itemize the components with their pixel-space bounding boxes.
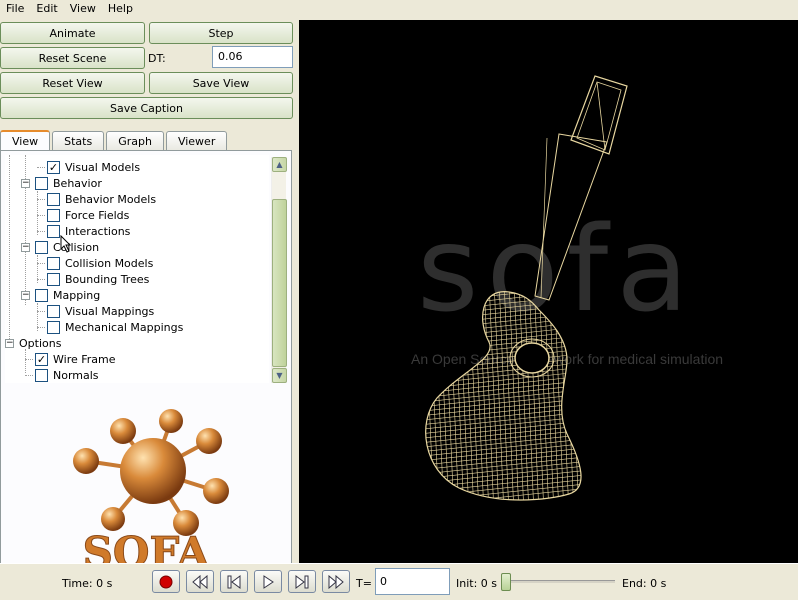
viewer-3d[interactable]: sofa An Open Source framework for medica… [299,20,798,563]
interactions-label: Interactions [65,224,131,238]
mechanical-mappings-label: Mechanical Mappings [65,320,184,334]
step-button[interactable]: Step [149,22,293,44]
tab-viewer[interactable]: Viewer [165,131,228,151]
tree-item-visual-mappings[interactable]: Visual Mappings [47,303,154,319]
t-label: T= [356,577,372,590]
tree-item-normals[interactable]: Normals [35,367,99,383]
reset-view-button[interactable]: Reset View [0,72,145,94]
control-panel: Animate Step Reset Scene DT: 0.06 Reset … [0,20,294,583]
save-caption-button[interactable]: Save Caption [0,97,293,119]
tree-item-force-fields[interactable]: Force Fields [47,207,129,223]
dt-input[interactable]: 0.06 [212,46,293,68]
tree-item-mechanical-mappings[interactable]: Mechanical Mappings [47,319,183,335]
scroll-thumb[interactable] [272,199,287,367]
rewind-icon [192,574,208,589]
play-icon [263,574,274,589]
display-options-tree: − − − − ✓ Visual Models Behavior Behavio… [5,155,269,383]
time-label: Time: 0 s [62,577,113,590]
playback-bar: Time: 0 s T= 0 Init: 0 s End: 0 s [0,563,798,600]
behavior-models-checkbox[interactable] [47,192,60,206]
menu-file[interactable]: File [0,0,30,18]
collision-models-checkbox[interactable] [47,256,60,270]
guitar-wireframe [425,75,628,501]
bounding-trees-label: Bounding Trees [65,272,150,286]
visual-mappings-label: Visual Mappings [65,304,155,318]
tree-item-options[interactable]: Options [19,335,61,351]
mechanical-mappings-checkbox[interactable] [47,320,60,334]
force-fields-checkbox[interactable] [47,208,60,222]
mapping-label: Mapping [53,288,101,302]
tab-stats[interactable]: Stats [52,131,105,151]
normals-label: Normals [53,368,99,382]
animate-button[interactable]: Animate [0,22,145,44]
scroll-up-icon[interactable]: ▲ [272,157,287,172]
tree-scrollbar[interactable]: ▲ ▼ [271,157,287,383]
end-label: End: 0 s [622,577,667,590]
tree-item-wire-frame[interactable]: ✓ Wire Frame [35,351,116,367]
record-button[interactable] [152,570,180,593]
tree-item-bounding-trees[interactable]: Bounding Trees [47,271,149,287]
force-fields-label: Force Fields [65,208,130,222]
time-input[interactable]: 0 [375,568,450,595]
options-collapse-icon[interactable]: − [5,339,14,348]
collision-collapse-icon[interactable]: − [21,243,30,252]
tree-item-collision-models[interactable]: Collision Models [47,255,153,271]
rewind-button[interactable] [186,570,214,593]
record-icon [159,575,173,588]
behavior-collapse-icon[interactable]: − [21,179,30,188]
menu-edit[interactable]: Edit [30,0,63,18]
reset-scene-button[interactable]: Reset Scene [0,47,145,69]
play-button[interactable] [254,570,282,593]
wire-frame-checkbox[interactable]: ✓ [35,352,48,366]
interactions-checkbox[interactable] [47,224,60,238]
normals-checkbox[interactable] [35,368,48,382]
behavior-checkbox[interactable] [35,176,48,190]
collision-checkbox[interactable] [35,240,48,254]
mouse-cursor-icon [60,235,72,253]
init-label: Init: 0 s [456,577,498,590]
fast-forward-button[interactable] [322,570,350,593]
time-slider-track[interactable] [505,580,615,583]
visual-models-label: Visual Models [65,160,141,174]
mapping-collapse-icon[interactable]: − [21,291,30,300]
menu-help[interactable]: Help [102,0,139,18]
wire-frame-label: Wire Frame [53,352,116,366]
mapping-checkbox[interactable] [35,288,48,302]
fast-forward-icon [328,574,344,589]
step-forward-icon [295,574,309,589]
menu-view[interactable]: View [64,0,102,18]
time-slider-thumb[interactable] [501,573,511,591]
behavior-label: Behavior [53,176,102,190]
view-tab-panel: − − − − ✓ Visual Models Behavior Behavio… [0,150,292,583]
menu-bar: File Edit View Help [0,0,798,18]
tree-item-mapping[interactable]: Mapping [35,287,100,303]
collision-models-label: Collision Models [65,256,154,270]
tab-graph[interactable]: Graph [106,131,164,151]
options-label: Options [19,336,62,350]
visual-models-checkbox[interactable]: ✓ [47,160,60,174]
scroll-down-icon[interactable]: ▼ [272,368,287,383]
tab-bar: View Stats Graph Viewer [0,130,229,151]
step-forward-button[interactable] [288,570,316,593]
tab-view[interactable]: View [0,130,51,151]
tree-item-behavior-models[interactable]: Behavior Models [47,191,156,207]
tree-item-behavior[interactable]: Behavior [35,175,102,191]
behavior-models-label: Behavior Models [65,192,157,206]
step-back-icon [227,574,241,589]
sofa-logo: SOFA [73,409,229,578]
dt-label: DT: [148,52,166,65]
visual-mappings-checkbox[interactable] [47,304,60,318]
step-back-button[interactable] [220,570,248,593]
save-view-button[interactable]: Save View [149,72,293,94]
tree-item-visual-models[interactable]: ✓ Visual Models [47,159,140,175]
bounding-trees-checkbox[interactable] [47,272,60,286]
